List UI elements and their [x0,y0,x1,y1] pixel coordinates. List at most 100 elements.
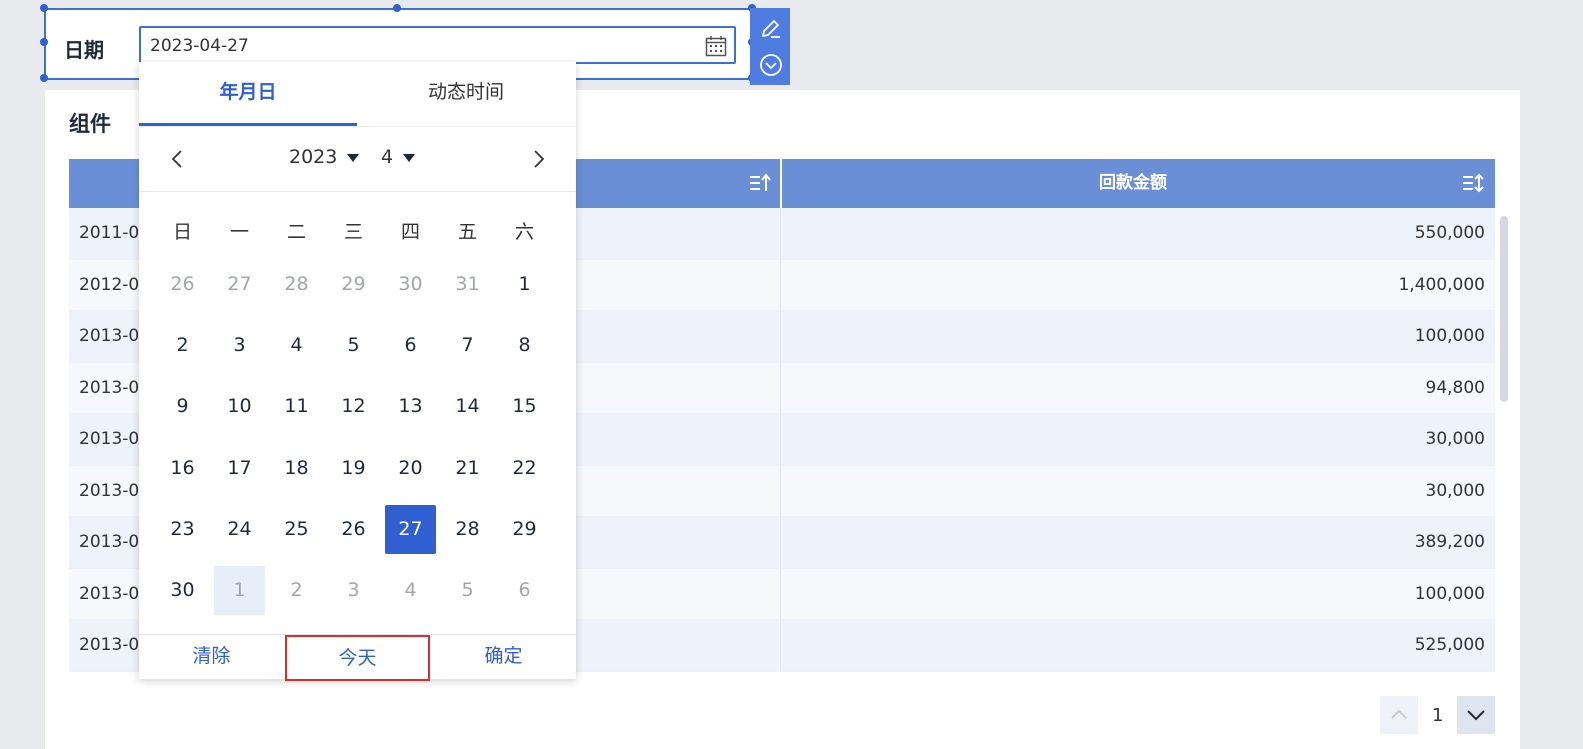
caret-down-icon [347,153,360,162]
column-divider [780,208,781,259]
weekday-label: 二 [286,221,306,243]
day-cell[interactable]: 29 [499,505,550,554]
day-cell[interactable]: 1 [214,566,265,615]
sort-icon[interactable] [748,172,772,194]
chevron-down-circle-icon[interactable] [759,53,783,77]
day-cell[interactable]: 8 [499,321,550,370]
day-cell[interactable]: 6 [385,321,436,370]
cell-amount: 30,000 [1425,429,1485,449]
day-cell[interactable]: 4 [271,321,322,370]
day-cell[interactable]: 23 [157,505,208,554]
column-divider [780,620,781,671]
calendar-footer: 清除 今天 确定 [139,634,576,681]
date-input-value: 2023-04-27 [150,36,249,56]
day-cell[interactable]: 31 [442,260,493,309]
page-next-button[interactable] [1457,696,1495,734]
chevron-right-icon[interactable] [527,148,549,170]
day-cell[interactable]: 28 [442,505,493,554]
month-navigation: 2023 4 [139,128,576,192]
cell-date: 2013-0 [79,635,140,655]
column-divider [780,517,781,568]
cell-amount: 94,800 [1425,377,1485,398]
column-divider [780,568,781,619]
day-cell[interactable]: 27 [214,260,265,309]
weekday-label: 日 [172,221,192,243]
month-select[interactable]: 4 [381,146,416,168]
day-cell[interactable]: 12 [328,382,379,431]
confirm-button[interactable]: 确定 [431,635,576,680]
date-input[interactable]: 2023-04-27 [139,26,736,64]
scrollbar-thumb[interactable] [1500,216,1508,402]
table-scrollbar[interactable] [1498,210,1510,675]
day-cell[interactable]: 14 [442,382,493,431]
day-cell[interactable]: 21 [442,444,493,493]
day-cell[interactable]: 7 [442,321,493,370]
weekday-label: 四 [400,221,420,243]
day-cell[interactable]: 13 [385,382,436,431]
page-prev-button[interactable] [1380,696,1418,734]
day-cell[interactable]: 3 [214,321,265,370]
day-cell[interactable]: 3 [328,566,379,615]
day-cell[interactable]: 30 [385,260,436,309]
tab-year-month-day[interactable]: 年月日 [139,62,357,126]
resize-handle[interactable] [40,4,48,12]
year-select[interactable]: 2023 [289,146,360,168]
cell-date: 2013-0 [79,377,140,398]
day-cell[interactable]: 15 [499,382,550,431]
chevron-down-icon [1467,710,1485,721]
day-cell[interactable]: 11 [271,382,322,431]
day-cell[interactable]: 26 [328,505,379,554]
clear-button[interactable]: 清除 [139,635,284,680]
day-cell[interactable]: 22 [499,444,550,493]
column-divider [780,465,781,516]
today-button[interactable]: 今天 [285,635,430,681]
day-cell[interactable]: 29 [328,260,379,309]
resize-handle[interactable] [40,38,48,46]
tab-dynamic-time[interactable]: 动态时间 [357,62,575,126]
day-cell-selected[interactable]: 27 [385,505,436,554]
cell-amount: 30,000 [1425,480,1485,501]
calendar-icon[interactable] [705,35,727,57]
sort-icon[interactable] [1461,172,1485,194]
column-divider [780,259,781,310]
day-cell[interactable]: 26 [157,260,208,309]
day-cell[interactable]: 20 [385,444,436,493]
cell-date: 2011-0 [79,223,140,243]
weekday-header: 日一二三四五六 [157,217,557,247]
chevron-left-icon[interactable] [167,148,189,170]
edit-icon[interactable] [759,16,783,40]
date-picker-popup: 年月日 动态时间 2023 4 日一二三四五六 26 27 28 29 30 31 1 2 3 4… [139,62,576,681]
day-cell[interactable]: 24 [214,505,265,554]
month-value: 4 [381,146,394,168]
day-cell[interactable]: 2 [271,566,322,615]
column-divider [780,414,781,465]
day-cell[interactable]: 28 [271,260,322,309]
day-cell[interactable]: 5 [442,566,493,615]
column-header-amount[interactable]: 回款金额 [1099,159,1167,208]
panel-title: 组件 [69,112,111,136]
day-cell[interactable]: 9 [157,382,208,431]
day-cell[interactable]: 5 [328,321,379,370]
year-value: 2023 [289,146,338,168]
day-cell[interactable]: 10 [214,382,265,431]
day-cell[interactable]: 2 [157,321,208,370]
cell-date: 2013-0 [79,429,140,449]
cell-amount: 100,000 [1414,583,1485,604]
tabs-divider [139,126,576,127]
day-cell[interactable]: 18 [271,444,322,493]
cell-date: 2013-0 [79,532,140,552]
day-grid: 26 27 28 29 30 31 1 2 3 4 5 6 7 8 9 10 11 12 13 14 15 16 17 18 1… [157,260,557,630]
resize-handle[interactable] [40,74,48,82]
cell-date: 2013-0 [79,583,140,604]
day-cell[interactable]: 1 [499,260,550,309]
day-cell[interactable]: 30 [157,566,208,615]
day-cell[interactable]: 6 [499,566,550,615]
day-cell[interactable]: 25 [271,505,322,554]
resize-handle[interactable] [393,4,401,12]
day-cell[interactable]: 17 [214,444,265,493]
day-cell[interactable]: 16 [157,444,208,493]
day-cell[interactable]: 19 [328,444,379,493]
weekday-label: 五 [457,221,477,243]
date-filter-label: 日期 [64,38,104,62]
day-cell[interactable]: 4 [385,566,436,615]
